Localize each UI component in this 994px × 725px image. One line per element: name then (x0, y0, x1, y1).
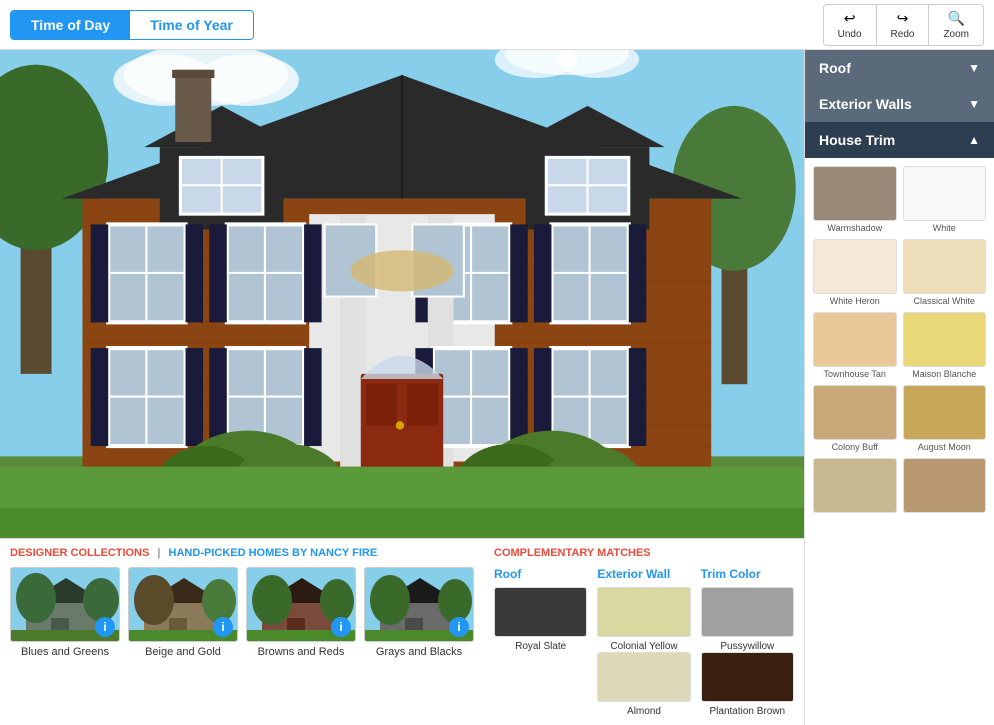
content-area: DESIGNER COLLECTIONS | HAND-PICKED HOMES… (0, 50, 804, 725)
swatch-label-white: White (903, 223, 987, 233)
swatch-warmshadow[interactable]: Warmshadow (813, 166, 897, 233)
swatch-color-townhouse-tan (813, 312, 897, 367)
info-badge-browns-reds[interactable]: i (331, 617, 351, 637)
home-thumb-browns-reds: i (246, 567, 356, 642)
swatch-townhouse-tan[interactable]: Townhouse Tan (813, 312, 897, 379)
comp-col-trim-title: Trim Color (701, 567, 794, 581)
home-thumb-blues-greens: i (10, 567, 120, 642)
designer-title-sep: | (157, 547, 160, 559)
comp-label-almond: Almond (597, 706, 690, 717)
color-swatches: Warmshadow White White Heron Classical W… (805, 158, 994, 523)
sidebar-section-roof-label: Roof (819, 60, 851, 76)
comp-col-exterior-title: Exterior Wall (597, 567, 690, 581)
sidebar-section-roof[interactable]: Roof ▼ (805, 50, 994, 86)
sidebar-section-exterior-walls-label: Exterior Walls (819, 96, 912, 112)
designer-section: DESIGNER COLLECTIONS | HAND-PICKED HOMES… (10, 547, 474, 717)
swatch-white[interactable]: White (903, 166, 987, 233)
swatch-color-white-heron (813, 239, 897, 294)
bottom-panel: DESIGNER COLLECTIONS | HAND-PICKED HOMES… (0, 538, 804, 725)
zoom-icon: 🔍 (948, 10, 965, 27)
toolbar-actions: ↩ Undo ↪ Redo 🔍 Zoom (823, 4, 984, 46)
home-item-beige-gold[interactable]: i Beige and Gold (128, 567, 238, 658)
redo-button[interactable]: ↪ Redo (877, 5, 930, 45)
comp-col-exterior-wall: Exterior Wall Colonial Yellow Almond (597, 567, 690, 717)
comp-col-roof-title: Roof (494, 567, 587, 581)
swatch-august-moon[interactable]: August Moon (903, 385, 987, 452)
comp-label-plantation-brown: Plantation Brown (701, 706, 794, 717)
redo-label: Redo (891, 29, 915, 40)
main-layout: DESIGNER COLLECTIONS | HAND-PICKED HOMES… (0, 50, 994, 725)
comp-title: COMPLEMENTARY MATCHES (494, 547, 794, 559)
sidebar-section-house-trim-label: House Trim (819, 132, 895, 148)
comp-swatch-plantation-brown[interactable] (701, 652, 794, 702)
top-bar: Time of Day Time of Year ↩ Undo ↪ Redo 🔍… (0, 0, 994, 50)
swatch-color-white (903, 166, 987, 221)
zoom-label: Zoom (943, 29, 969, 40)
home-thumb-grays-blacks: i (364, 567, 474, 642)
comp-col-trim: Trim Color Pussywillow Plantation Brown (701, 567, 794, 717)
comp-label-royal-slate: Royal Slate (494, 641, 587, 652)
swatch-color-10 (903, 458, 987, 513)
sidebar-section-exterior-walls[interactable]: Exterior Walls ▼ (805, 86, 994, 122)
zoom-button[interactable]: 🔍 Zoom (929, 5, 983, 45)
swatch-color-maison-blanche (903, 312, 987, 367)
swatch-label-classical-white: Classical White (903, 296, 987, 306)
chevron-down-icon: ▼ (968, 61, 980, 75)
time-tab-group: Time of Day Time of Year (10, 10, 254, 40)
swatch-label-august-moon: August Moon (903, 442, 987, 452)
home-item-blues-greens[interactable]: i Blues and Greens (10, 567, 120, 658)
comp-swatch-royal-slate[interactable] (494, 587, 587, 637)
swatch-color-classical-white (903, 239, 987, 294)
home-label-beige-gold: Beige and Gold (145, 646, 221, 658)
swatch-classical-white[interactable]: Classical White (903, 239, 987, 306)
swatch-9[interactable] (813, 458, 897, 515)
chevron-up-icon: ▲ (968, 133, 980, 147)
info-badge-beige-gold[interactable]: i (213, 617, 233, 637)
swatch-maison-blanche[interactable]: Maison Blanche (903, 312, 987, 379)
home-item-browns-reds[interactable]: i Browns and Reds (246, 567, 356, 658)
swatch-10[interactable] (903, 458, 987, 515)
swatch-label-maison-blanche: Maison Blanche (903, 369, 987, 379)
undo-label: Undo (838, 29, 862, 40)
undo-button[interactable]: ↩ Undo (824, 5, 877, 45)
tab-time-of-year[interactable]: Time of Year (130, 11, 253, 39)
house-image-container[interactable] (0, 50, 804, 538)
house-illustration (0, 50, 804, 538)
home-label-grays-blacks: Grays and Blacks (376, 646, 462, 658)
swatch-color-warmshadow (813, 166, 897, 221)
home-item-grays-blacks[interactable]: i Grays and Blacks (364, 567, 474, 658)
undo-icon: ↩ (844, 10, 856, 27)
right-sidebar: Roof ▼ Exterior Walls ▼ House Trim ▲ War… (804, 50, 994, 725)
comp-swatch-almond[interactable] (597, 652, 690, 702)
comp-swatch-colonial-yellow[interactable] (597, 587, 690, 637)
comp-col-roof: Roof Royal Slate (494, 567, 587, 717)
sidebar-section-house-trim[interactable]: House Trim ▲ (805, 122, 994, 158)
swatch-label-townhouse-tan: Townhouse Tan (813, 369, 897, 379)
chevron-down-icon-2: ▼ (968, 97, 980, 111)
comp-swatch-pussywillow[interactable] (701, 587, 794, 637)
tab-time-of-day[interactable]: Time of Day (11, 11, 130, 39)
comp-columns: Roof Royal Slate Exterior Wall Colonial … (494, 567, 794, 717)
swatch-color-colony-buff (813, 385, 897, 440)
info-badge-grays-blacks[interactable]: i (449, 617, 469, 637)
comp-section: COMPLEMENTARY MATCHES Roof Royal Slate E… (494, 547, 794, 717)
swatch-label-colony-buff: Colony Buff (813, 442, 897, 452)
home-thumb-beige-gold: i (128, 567, 238, 642)
swatch-color-9 (813, 458, 897, 513)
comp-label-colonial-yellow: Colonial Yellow (597, 641, 690, 652)
homes-grid: i Blues and Greens (10, 567, 474, 658)
swatch-label-warmshadow: Warmshadow (813, 223, 897, 233)
swatch-label-white-heron: White Heron (813, 296, 897, 306)
designer-title-sub: HAND-PICKED HOMES BY NANCY FIRE (169, 547, 378, 559)
comp-label-pussywillow: Pussywillow (701, 641, 794, 652)
home-label-blues-greens: Blues and Greens (21, 646, 109, 658)
swatch-white-heron[interactable]: White Heron (813, 239, 897, 306)
designer-title-main: DESIGNER COLLECTIONS (10, 547, 149, 559)
swatch-colony-buff[interactable]: Colony Buff (813, 385, 897, 452)
designer-title: DESIGNER COLLECTIONS | HAND-PICKED HOMES… (10, 547, 474, 559)
swatch-color-august-moon (903, 385, 987, 440)
info-badge-blues-greens[interactable]: i (95, 617, 115, 637)
home-label-browns-reds: Browns and Reds (258, 646, 345, 658)
redo-icon: ↪ (897, 10, 909, 27)
